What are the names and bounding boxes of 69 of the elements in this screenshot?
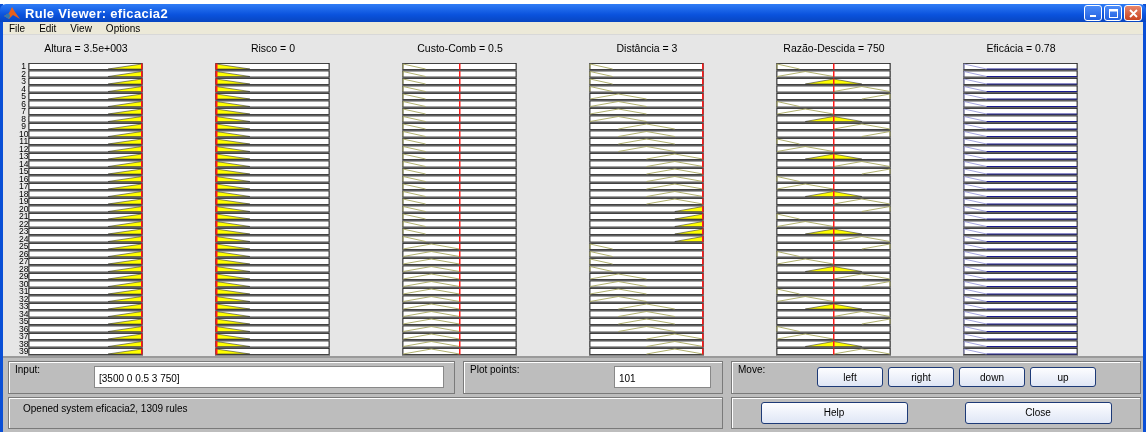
rule-number: 23 [19,228,29,236]
rule-number: 38 [19,340,29,348]
rule-number: 11 [19,138,29,146]
variable-label: Altura = 3.5e+003 [44,41,128,56]
rule-number: 16 [19,175,29,183]
minimize-icon [1090,14,1096,17]
menu-item[interactable]: View [70,22,92,34]
variable-label: Risco = 0 [250,41,295,56]
rule-number: 6 [21,100,27,108]
dialog-button[interactable]: Close [964,401,1112,424]
move-button[interactable]: right [888,367,954,388]
rule-number: 30 [19,280,29,288]
input-field[interactable]: [3500 0 0.5 3 750] [94,366,444,389]
rule-number: 25 [19,243,29,251]
rule-number: 29 [19,273,29,281]
rule-number: 34 [19,310,29,318]
peak-logo-icon [4,6,20,20]
rule-number: 21 [19,213,29,221]
plot-points-label: Plot points: [470,364,520,375]
move-label: Move: [738,364,766,375]
variable-label: Distância = 3 [616,41,678,56]
move-button[interactable]: down [959,367,1025,388]
rule-number: 10 [19,130,29,138]
dialog-button[interactable]: Help [760,401,908,424]
move-button[interactable]: up [1030,367,1096,388]
rule-number: 20 [19,205,29,213]
rule-number: 18 [19,190,29,198]
close-button[interactable] [1124,5,1142,21]
rule-number: 28 [19,265,29,273]
input-label: Input: [15,364,41,375]
rule-number: 15 [19,168,29,176]
rule-number: 12 [19,145,29,153]
rule-number: 2 [21,70,27,78]
rule-number: 33 [19,303,29,311]
rule-number: 3 [21,78,27,86]
variable-label: Custo-Comb = 0.5 [417,41,503,56]
window-title: Rule Viewer: eficacia2 [25,5,168,21]
rule-number: 31 [19,288,29,296]
rule-number: 24 [19,235,29,243]
menu-item[interactable]: Edit [39,22,57,34]
rule-number: 7 [21,108,27,116]
rule-number: 27 [19,258,29,266]
rule-number: 22 [19,220,29,228]
plot-points-field[interactable]: 101 [614,366,711,389]
rule-number: 26 [19,250,29,258]
rule-number: 4 [21,85,27,93]
rule-number: 35 [19,318,29,326]
rule-number: 1 [21,63,27,71]
variable-label: Eficácia = 0.78 [986,41,1056,56]
rule-number: 8 [21,115,27,123]
menu-item[interactable]: Options [105,22,141,34]
rule-number: 19 [19,198,29,206]
maximize-button[interactable] [1104,5,1122,21]
close-icon [1128,8,1138,18]
rule-number: 32 [19,295,29,303]
move-button[interactable]: left [817,367,883,388]
rule-number: 13 [19,153,29,161]
rule-number: 37 [19,333,29,341]
variable-label: Razão-Descida = 750 [783,41,885,56]
status-message: Opened system eficacia2, 1309 rules [23,402,188,414]
rule-number: 14 [19,160,29,168]
rule-number: 5 [21,93,27,101]
menu-item[interactable]: File [9,22,26,34]
minimize-button[interactable] [1084,5,1102,21]
rule-number: 36 [19,325,29,333]
rule-number: 17 [19,183,29,191]
rule-number: 9 [21,123,27,131]
maximize-icon [1108,8,1118,18]
rule-number: 39 [19,348,29,356]
